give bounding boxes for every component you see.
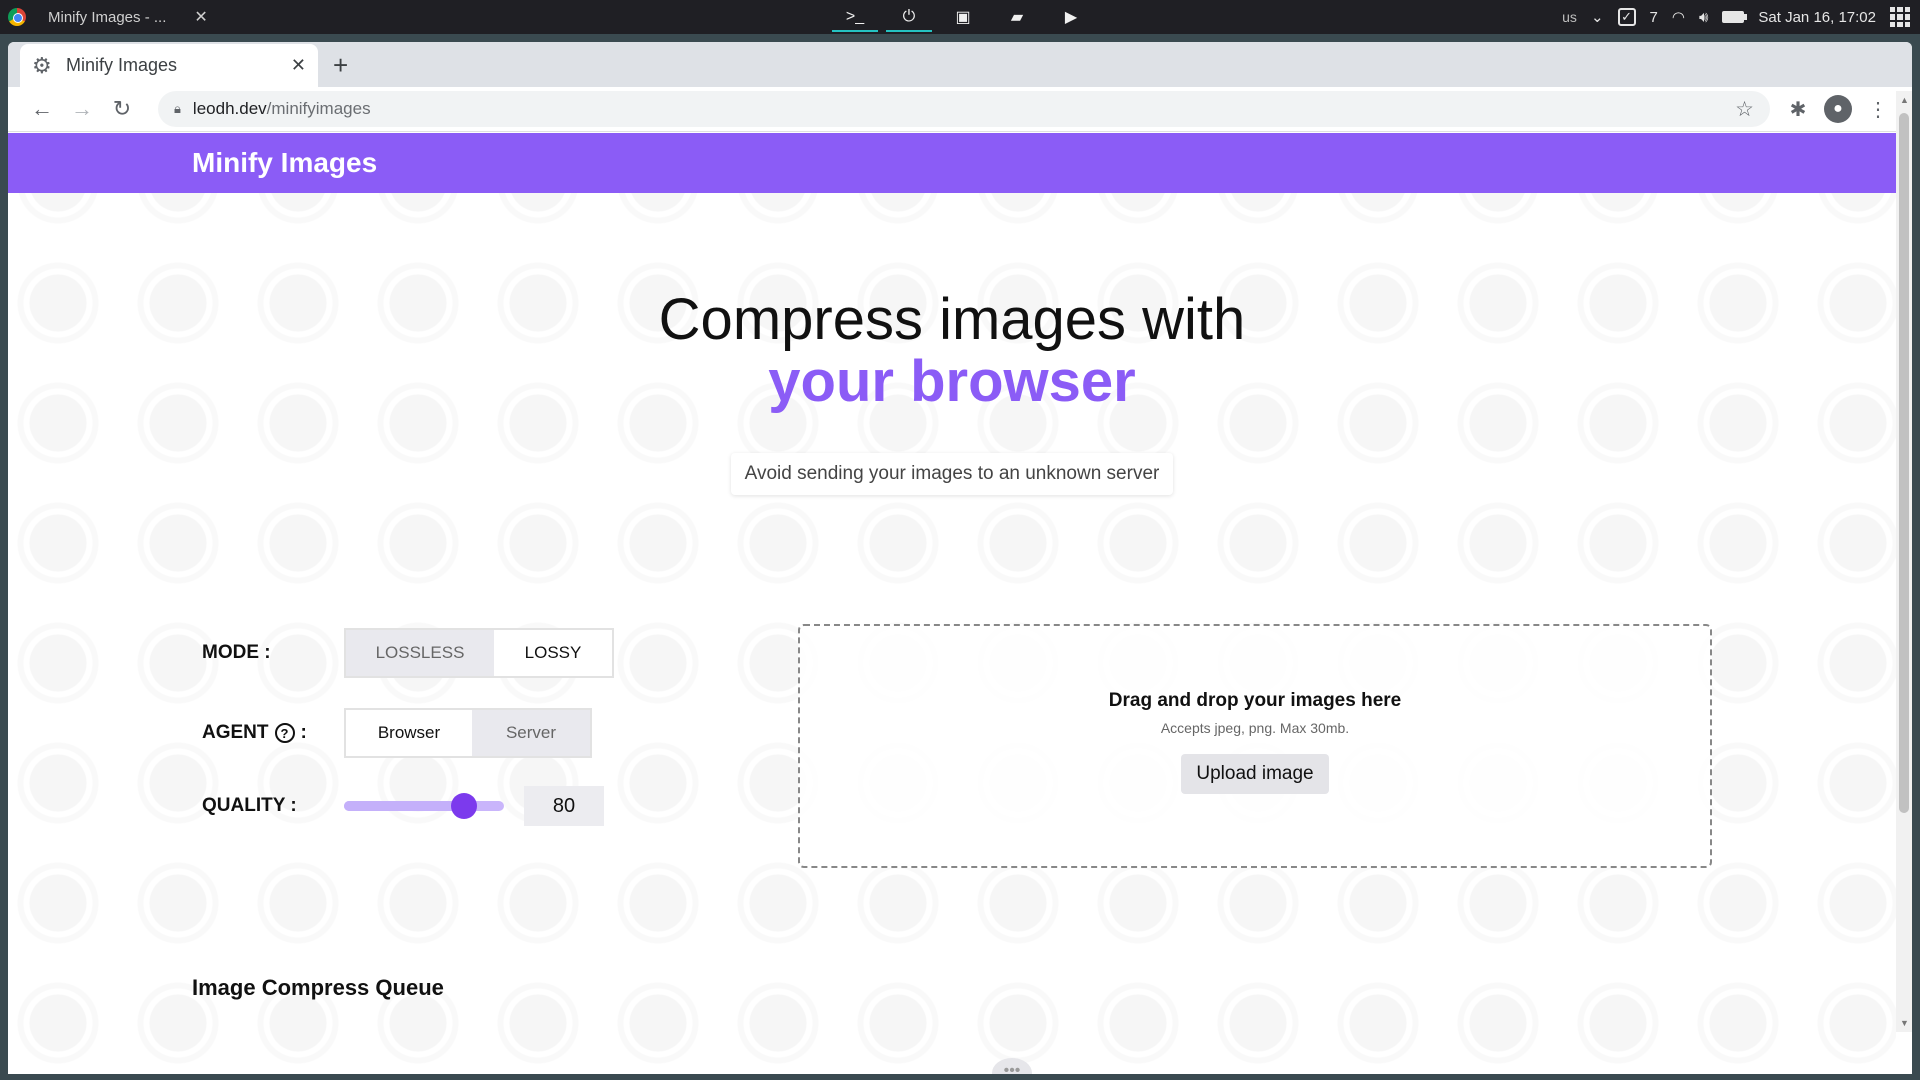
address-bar[interactable]: 🔒︎ leodh.dev /minifyimages ☆ xyxy=(158,91,1770,127)
quality-slider[interactable] xyxy=(344,791,504,821)
browser-toolbar: ← → ↻ 🔒︎ leodh.dev /minifyimages ☆ ✱ ● ⋮ xyxy=(8,87,1912,132)
tab-close-icon[interactable]: ✕ xyxy=(291,55,306,76)
agent-label-text: AGENT xyxy=(202,722,269,743)
tab-title: Minify Images xyxy=(66,55,178,75)
extensions-puzzle-icon[interactable]: ✱ xyxy=(1778,97,1818,122)
app-header: Minify Images xyxy=(8,133,1896,193)
quality-row: QUALITY : 80 xyxy=(202,786,604,826)
os-system-tray: us ⌄ ✓ 7 ◠ 🔊︎ Sat Jan 16, 17:02 xyxy=(1562,0,1910,34)
back-arrow-icon[interactable]: ← xyxy=(22,96,62,122)
mode-lossy-button[interactable]: LOSSY xyxy=(494,630,612,676)
page-scrollbar[interactable]: ▲ ▼ xyxy=(1896,91,1912,1032)
forward-arrow-icon[interactable]: → xyxy=(62,96,102,122)
os-task-title: Minify Images - ... xyxy=(48,8,167,26)
apps-grid-icon[interactable] xyxy=(1890,7,1910,27)
gear-icon: ⚙ xyxy=(32,52,52,78)
scroll-up-icon[interactable]: ▲ xyxy=(1900,95,1909,105)
queue-title: Image Compress Queue xyxy=(192,975,444,1000)
lock-icon[interactable]: 🔒︎ xyxy=(174,101,181,117)
hero-heading-line2: your browser xyxy=(768,349,1136,414)
image-dropzone[interactable]: Drag and drop your images here Accepts j… xyxy=(798,624,1712,868)
os-top-bar: Minify Images - ... ✕ >_ ⏻ ▣ ▰ ▶ us ⌄ ✓ … xyxy=(0,0,1920,34)
task-check-icon[interactable]: ✓ xyxy=(1617,8,1636,26)
scroll-down-icon[interactable]: ▼ xyxy=(1900,1018,1909,1028)
help-icon[interactable]: ? xyxy=(274,723,295,743)
agent-label-suffix: : xyxy=(300,722,307,743)
mode-row: MODE : LOSSLESS LOSSY xyxy=(202,628,614,678)
tab-minify-images[interactable]: ⚙ Minify Images ✕ xyxy=(20,44,318,87)
quality-slider-thumb[interactable] xyxy=(451,793,477,819)
youtube-icon[interactable]: ▶ xyxy=(1044,0,1098,34)
dropzone-title: Drag and drop your images here xyxy=(1108,690,1402,711)
wifi-icon[interactable]: ◠ xyxy=(1672,8,1685,26)
folder-icon[interactable]: ▰ xyxy=(990,0,1044,34)
power-icon[interactable]: ⏻ xyxy=(882,0,936,34)
chat-bubble-icon[interactable]: ••• xyxy=(992,1058,1032,1074)
mode-lossless-button[interactable]: LOSSLESS xyxy=(346,630,494,676)
terminal-icon[interactable]: >_ xyxy=(828,0,882,34)
dropzone-subtitle: Accepts jpeg, png. Max 30mb. xyxy=(1160,720,1350,736)
quality-slider-fill xyxy=(344,801,464,811)
chevron-down-icon[interactable]: ⌄ xyxy=(1591,8,1604,26)
reload-icon[interactable]: ↻ xyxy=(102,96,142,122)
scroll-thumb[interactable] xyxy=(1899,113,1909,813)
tab-strip: ⚙ Minify Images ✕ + xyxy=(8,42,1912,87)
volume-icon[interactable]: 🔊︎ xyxy=(1699,9,1708,26)
clock[interactable]: Sat Jan 16, 17:02 xyxy=(1758,9,1876,26)
agent-label: AGENT ? : xyxy=(202,722,344,744)
menu-kebab-icon[interactable]: ⋮ xyxy=(1858,97,1898,122)
keyboard-layout[interactable]: us xyxy=(1562,9,1577,25)
monitor-icon[interactable]: ▣ xyxy=(936,0,990,34)
agent-row: AGENT ? : Browser Server xyxy=(202,708,592,758)
avatar-icon: ● xyxy=(1824,95,1852,123)
url-path: /minifyimages xyxy=(266,99,371,118)
quality-value-input[interactable]: 80 xyxy=(524,786,604,826)
profile-avatar[interactable]: ● xyxy=(1818,95,1858,123)
url-host: leodh.dev xyxy=(192,99,267,118)
chrome-logo-icon xyxy=(8,8,26,26)
upload-image-button[interactable]: Upload image xyxy=(1181,754,1329,794)
page-content: Minify Images Compress images with your … xyxy=(8,133,1896,1074)
os-taskbar-chrome-window[interactable]: Minify Images - ... ✕ xyxy=(8,4,208,30)
app-title[interactable]: Minify Images xyxy=(192,147,377,179)
hero: Compress images with your browser Avoid … xyxy=(8,289,1896,495)
agent-server-button[interactable]: Server xyxy=(472,710,590,756)
mode-label: MODE : xyxy=(202,642,271,663)
agent-browser-button[interactable]: Browser xyxy=(346,710,472,756)
mode-toggle: LOSSLESS LOSSY xyxy=(344,628,614,678)
agent-toggle: Browser Server xyxy=(344,708,592,758)
new-tab-button[interactable]: + xyxy=(333,50,348,81)
os-task-close-icon[interactable]: ✕ xyxy=(194,7,207,27)
hero-heading-line1: Compress images with xyxy=(658,287,1246,352)
bookmark-star-icon[interactable]: ☆ xyxy=(1735,97,1754,122)
os-app-launcher: >_ ⏻ ▣ ▰ ▶ xyxy=(828,0,1098,34)
quality-label: QUALITY : xyxy=(202,795,297,816)
tagline: Avoid sending your images to an unknown … xyxy=(730,453,1174,495)
battery-icon[interactable] xyxy=(1722,11,1748,23)
task-count: 7 xyxy=(1649,8,1658,26)
